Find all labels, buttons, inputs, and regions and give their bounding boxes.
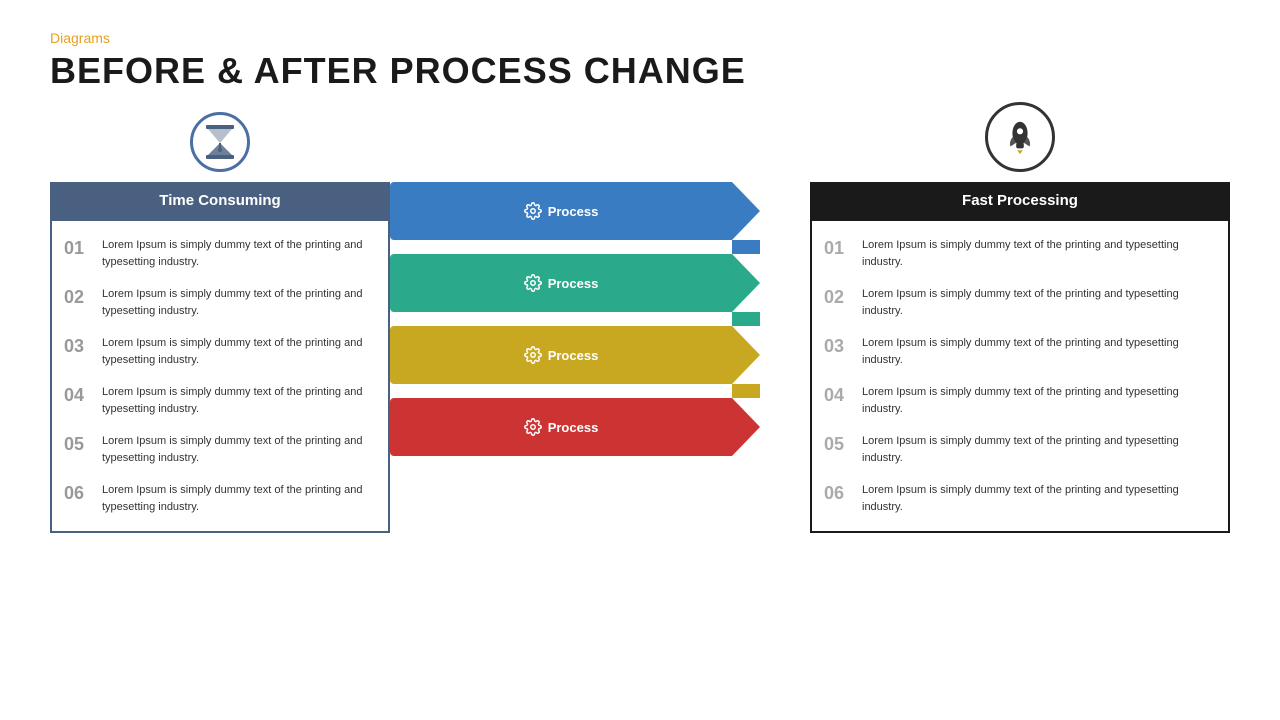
item-text: Lorem Ipsum is simply dummy text of the … [862,286,1216,319]
right-list-item: 03 Lorem Ipsum is simply dummy text of t… [824,327,1216,376]
left-list-item: 06 Lorem Ipsum is simply dummy text of t… [64,474,376,523]
process-label-1: Process [548,276,599,291]
main-title: BEFORE & AFTER PROCESS CHANGE [50,50,1230,92]
item-number: 01 [64,237,92,260]
item-text: Lorem Ipsum is simply dummy text of the … [102,482,376,515]
right-list-item: 04 Lorem Ipsum is simply dummy text of t… [824,376,1216,425]
arrow-gap-3 [390,384,732,398]
item-number: 05 [64,433,92,456]
slide: Diagrams BEFORE & AFTER PROCESS CHANGE T… [0,0,1280,720]
gear-icon-0 [524,202,542,220]
gear-icon-3 [524,418,542,436]
hourglass-icon [190,112,250,172]
process-label-3: Process [548,420,599,435]
gear-icon-1 [524,274,542,292]
center-arrows: Process Process Process [390,182,760,456]
left-list-item: 02 Lorem Ipsum is simply dummy text of t… [64,278,376,327]
process-label-2: Process [548,348,599,363]
item-number: 03 [64,335,92,358]
right-list-item: 06 Lorem Ipsum is simply dummy text of t… [824,474,1216,523]
process-arrow-1: Process [390,182,760,240]
item-number: 06 [824,482,852,505]
item-text: Lorem Ipsum is simply dummy text of the … [862,237,1216,270]
right-panel-header: Fast Processing [810,182,1230,219]
left-panel-header: Time Consuming [50,182,390,219]
left-panel-body: 01 Lorem Ipsum is simply dummy text of t… [50,219,390,533]
right-list-item: 02 Lorem Ipsum is simply dummy text of t… [824,278,1216,327]
color-band-3 [732,384,760,398]
item-text: Lorem Ipsum is simply dummy text of the … [862,433,1216,466]
right-panel: Fast Processing 01 Lorem Ipsum is simply… [810,182,1230,533]
item-number: 03 [824,335,852,358]
item-text: Lorem Ipsum is simply dummy text of the … [862,335,1216,368]
process-arrow-4: Process [390,398,760,456]
left-list-item: 01 Lorem Ipsum is simply dummy text of t… [64,229,376,278]
item-number: 01 [824,237,852,260]
item-number: 02 [824,286,852,309]
rocket-icon [985,102,1055,172]
right-panel-body: 01 Lorem Ipsum is simply dummy text of t… [810,219,1230,533]
item-number: 02 [64,286,92,309]
content-area: Time Consuming 01 Lorem Ipsum is simply … [50,122,1230,533]
color-band-1 [732,240,760,254]
item-text: Lorem Ipsum is simply dummy text of the … [102,433,376,466]
left-list-item: 05 Lorem Ipsum is simply dummy text of t… [64,425,376,474]
arrow-gap-2 [390,312,732,326]
category-label: Diagrams [50,30,1230,46]
color-band-2 [732,312,760,326]
item-text: Lorem Ipsum is simply dummy text of the … [102,335,376,368]
process-label-0: Process [548,204,599,219]
right-list-item: 01 Lorem Ipsum is simply dummy text of t… [824,229,1216,278]
item-text: Lorem Ipsum is simply dummy text of the … [102,237,376,270]
left-list-item: 03 Lorem Ipsum is simply dummy text of t… [64,327,376,376]
item-number: 04 [824,384,852,407]
process-arrow-3: Process [390,326,760,384]
process-arrow-2: Process [390,254,760,312]
item-number: 04 [64,384,92,407]
left-list-item: 04 Lorem Ipsum is simply dummy text of t… [64,376,376,425]
left-panel: Time Consuming 01 Lorem Ipsum is simply … [50,182,390,533]
gear-icon-2 [524,346,542,364]
item-text: Lorem Ipsum is simply dummy text of the … [862,482,1216,515]
item-number: 05 [824,433,852,456]
arrow-gap-1 [390,240,732,254]
item-text: Lorem Ipsum is simply dummy text of the … [102,384,376,417]
right-list-item: 05 Lorem Ipsum is simply dummy text of t… [824,425,1216,474]
item-text: Lorem Ipsum is simply dummy text of the … [102,286,376,319]
item-text: Lorem Ipsum is simply dummy text of the … [862,384,1216,417]
item-number: 06 [64,482,92,505]
